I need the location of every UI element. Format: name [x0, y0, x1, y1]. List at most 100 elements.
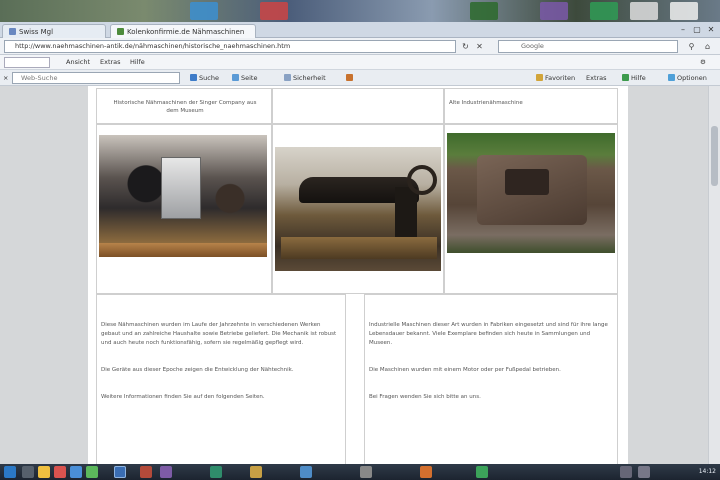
toolbar-button[interactable]	[346, 70, 355, 86]
stop-icon[interactable]: ✕	[474, 41, 485, 52]
shield-icon	[284, 74, 291, 81]
volume-icon[interactable]	[638, 466, 650, 478]
address-bar: http://www.naehmaschinen-antik.de/nähmas…	[0, 38, 720, 55]
toolbar-button[interactable]: Favoriten	[536, 70, 575, 86]
paragraph: Die Geräte aus dieser Epoche zeigen die …	[101, 367, 294, 373]
find-input[interactable]	[4, 57, 50, 68]
page-favicon-icon	[117, 28, 124, 35]
search-icon[interactable]: ⚲	[686, 41, 697, 52]
taskbar-app-icon[interactable]	[250, 466, 262, 478]
description-text: Industrielle Maschinen dieser Art wurden…	[369, 321, 613, 420]
desktop-icon[interactable]	[470, 2, 498, 20]
toolbar-label: Extras	[586, 74, 607, 82]
help-icon	[622, 74, 629, 81]
photo-caption: Historische Nähmaschinen der Singer Comp…	[113, 100, 257, 114]
toolbar-button[interactable]: Extras	[586, 70, 607, 86]
taskbar-app-icon[interactable]	[22, 466, 34, 478]
refresh-icon[interactable]: ↻	[460, 41, 471, 52]
sewing-machine-photo[interactable]	[447, 133, 615, 253]
scrollbar-thumb[interactable]	[711, 126, 718, 186]
caption-cell: Historische Nähmaschinen der Singer Comp…	[96, 88, 272, 124]
toolbar-label: Suche	[199, 74, 219, 82]
desktop-icon[interactable]	[260, 2, 288, 20]
taskbar-app-icon[interactable]	[420, 466, 432, 478]
menu-item[interactable]: Ansicht	[66, 55, 90, 70]
taskbar-app-icon[interactable]	[54, 466, 66, 478]
machine-pillar	[395, 187, 417, 237]
tab[interactable]: Swiss Mgl	[2, 24, 106, 38]
close-button[interactable]: ✕	[706, 25, 716, 35]
text-cell: Diese Nähmaschinen wurden im Laufe der J…	[96, 294, 346, 464]
toolbar-button[interactable]: Sicherheit	[284, 70, 326, 86]
photo-cell	[444, 124, 618, 294]
taskbar-app-icon[interactable]	[300, 466, 312, 478]
tab-label: Kolenkonfirmie.de Nähmaschinen	[127, 28, 245, 36]
maximize-button[interactable]: ▢	[692, 25, 702, 35]
page-icon	[232, 74, 239, 81]
caption-cell: Alte Industrienähmaschine	[444, 88, 618, 124]
machine-block	[505, 169, 549, 195]
star-icon	[536, 74, 543, 81]
start-icon[interactable]	[4, 466, 16, 478]
desktop-icon[interactable]	[590, 2, 618, 20]
toolbar-button[interactable]: Seite	[232, 70, 257, 86]
tab-bar: Swiss Mgl Kolenkonfirmie.de Nähmaschinen…	[0, 22, 720, 38]
url-input[interactable]: http://www.naehmaschinen-antik.de/nähmas…	[4, 40, 456, 53]
toolbar-button[interactable]: Optionen	[668, 70, 707, 86]
tab-label: Swiss Mgl	[19, 28, 54, 36]
vertical-scrollbar[interactable]	[708, 86, 720, 464]
mail-icon	[346, 74, 353, 81]
search-icon	[190, 74, 197, 81]
paragraph: Diese Nähmaschinen wurden im Laufe der J…	[101, 322, 337, 346]
toolbar-button[interactable]: Hilfe	[622, 70, 646, 86]
taskbar: 14:12	[0, 464, 720, 480]
text-cell: Industrielle Maschinen dieser Art wurden…	[364, 294, 618, 464]
settings-icon[interactable]: ⚙	[700, 55, 706, 70]
hand-wheel	[407, 165, 437, 195]
taskbar-app-icon[interactable]	[140, 466, 152, 478]
tab[interactable]: Kolenkonfirmie.de Nähmaschinen	[110, 24, 256, 38]
home-icon[interactable]: ⌂	[702, 41, 713, 52]
desktop-icon[interactable]	[670, 2, 698, 20]
toolbar-search-input[interactable]: Web-Suche	[12, 72, 180, 84]
desktop-icon[interactable]	[540, 2, 568, 20]
sewing-machine-photo[interactable]	[275, 147, 441, 271]
machine-base	[99, 243, 267, 257]
toolbar-label: Hilfe	[631, 74, 646, 82]
taskbar-app-icon[interactable]	[86, 466, 98, 478]
machine-bed	[281, 237, 437, 259]
web-page: Historische Nähmaschinen der Singer Comp…	[88, 86, 628, 464]
paragraph: Bei Fragen wenden Sie sich bitte an uns.	[369, 394, 481, 400]
page-favicon-icon	[9, 28, 16, 35]
page-viewport: Historische Nähmaschinen der Singer Comp…	[0, 86, 720, 464]
toolbar-label: Favoriten	[545, 74, 576, 82]
taskbar-app-icon[interactable]	[476, 466, 488, 478]
desktop-icon[interactable]	[190, 2, 218, 20]
taskbar-app-icon[interactable]	[210, 466, 222, 478]
network-icon[interactable]	[620, 466, 632, 478]
desktop-icon[interactable]	[630, 2, 658, 20]
taskbar-app-icon[interactable]	[70, 466, 82, 478]
paragraph: Die Maschinen wurden mit einem Motor ode…	[369, 367, 561, 373]
machine-plate	[161, 157, 201, 219]
toolbar-button[interactable]: Suche	[190, 70, 219, 86]
caption-cell	[272, 88, 444, 124]
description-text: Diese Nähmaschinen wurden im Laufe der J…	[101, 321, 341, 420]
toolbar: × Web-Suche Suche Seite Sicherheit Favor…	[0, 70, 720, 86]
photo-cell	[272, 124, 444, 294]
desktop-background	[0, 0, 720, 22]
menu-item[interactable]: Extras	[100, 55, 121, 70]
sewing-machine-photo[interactable]	[99, 135, 267, 257]
minimize-button[interactable]: –	[678, 25, 688, 35]
taskbar-app-icon[interactable]	[360, 466, 372, 478]
folder-icon[interactable]	[38, 466, 50, 478]
menu-item[interactable]: Hilfe	[130, 55, 145, 70]
taskbar-app-icon[interactable]	[160, 466, 172, 478]
close-icon[interactable]: ×	[3, 70, 8, 86]
search-input[interactable]: Google	[498, 40, 678, 53]
options-icon	[668, 74, 675, 81]
clock[interactable]: 14:12	[699, 464, 716, 480]
toolbar-label: Sicherheit	[293, 74, 326, 82]
browser-icon[interactable]	[114, 466, 126, 478]
paragraph: Industrielle Maschinen dieser Art wurden…	[369, 322, 608, 346]
